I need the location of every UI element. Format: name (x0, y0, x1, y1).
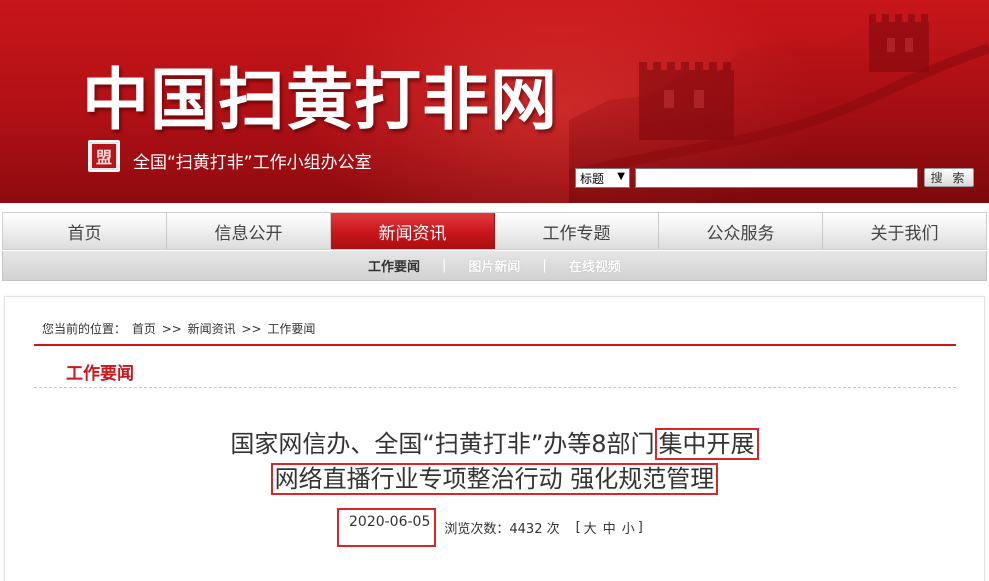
article-title-part-1: 国家网信办、全国“扫黄打非”办等8部门 (230, 430, 655, 458)
breadcrumb-separator: >> (241, 322, 262, 336)
subnav-separator: | (442, 258, 447, 273)
section-divider-red (34, 344, 956, 346)
search-type-select[interactable]: 标题 ▼ (575, 168, 630, 188)
breadcrumb-link-news[interactable]: 新闻资讯 (188, 322, 236, 336)
section-title: 工作要闻 (66, 364, 134, 384)
font-size-bracket-open: [ (575, 520, 581, 535)
nav-item-news[interactable]: 新闻资讯 (331, 213, 495, 249)
article-title-line-1: 国家网信办、全国“扫黄打非”办等8部门 集中开展 (0, 424, 989, 460)
subnav-item-photo-news[interactable]: 图片新闻 (468, 256, 520, 275)
article-title-line-2: 网络直播行业专项整治行动 强化规范管理 (0, 459, 989, 495)
office-name: 全国“扫黄打非”工作小组办公室 (133, 153, 372, 173)
chevron-down-icon: ▼ (617, 171, 625, 182)
main-nav: 首页 信息公开 新闻资讯 工作专题 公众服务 关于我们 (2, 212, 987, 250)
seal-glyph: 盟 (92, 144, 116, 168)
article-meta: 2020-06-05 浏览次数：4432 次 [ 大 中 小 ] (337, 508, 643, 547)
nav-item-home[interactable]: 首页 (3, 213, 167, 249)
seal-logo-icon: 盟 (88, 140, 120, 172)
view-count: 浏览次数：4432 次 (444, 522, 560, 537)
sub-nav: 工作要闻 | 图片新闻 | 在线视频 (2, 251, 987, 281)
search-type-value: 标题 (580, 171, 605, 186)
header-banner: 中国扫黄打非网 盟 全国“扫黄打非”工作小组办公室 标题 ▼ 搜 索 (0, 0, 989, 203)
article-title-highlight-2: 网络直播行业专项整治行动 强化规范管理 (270, 463, 719, 495)
subnav-separator: | (542, 258, 547, 273)
font-size-small-link[interactable]: 小 (622, 518, 635, 537)
section-divider-dotted (34, 387, 956, 388)
search-button[interactable]: 搜 索 (924, 168, 974, 187)
breadcrumb-link-home[interactable]: 首页 (132, 322, 156, 336)
font-size-medium-link[interactable]: 中 (603, 518, 616, 537)
breadcrumb-link-work-news[interactable]: 工作要闻 (267, 322, 315, 336)
breadcrumb-prefix: 您当前的位置： (42, 322, 127, 336)
nav-item-about-us[interactable]: 关于我们 (823, 213, 986, 249)
subnav-item-online-video[interactable]: 在线视频 (569, 256, 621, 275)
breadcrumb-separator: >> (161, 322, 182, 336)
font-size-bracket-close: ] (637, 520, 643, 535)
site-title: 中国扫黄打非网 (82, 60, 558, 139)
breadcrumb: 您当前的位置： 首页 >> 新闻资讯 >> 工作要闻 (42, 320, 317, 337)
subnav-item-work-news[interactable]: 工作要闻 (368, 256, 420, 275)
font-size-large-link[interactable]: 大 (584, 518, 597, 537)
nav-item-info-disclosure[interactable]: 信息公开 (167, 213, 331, 249)
nav-item-work-topics[interactable]: 工作专题 (495, 213, 659, 249)
search-input[interactable] (635, 168, 918, 188)
article-date: 2020-06-05 (337, 508, 437, 547)
nav-item-public-service[interactable]: 公众服务 (659, 213, 823, 249)
article-title-highlight-1: 集中开展 (654, 428, 759, 460)
